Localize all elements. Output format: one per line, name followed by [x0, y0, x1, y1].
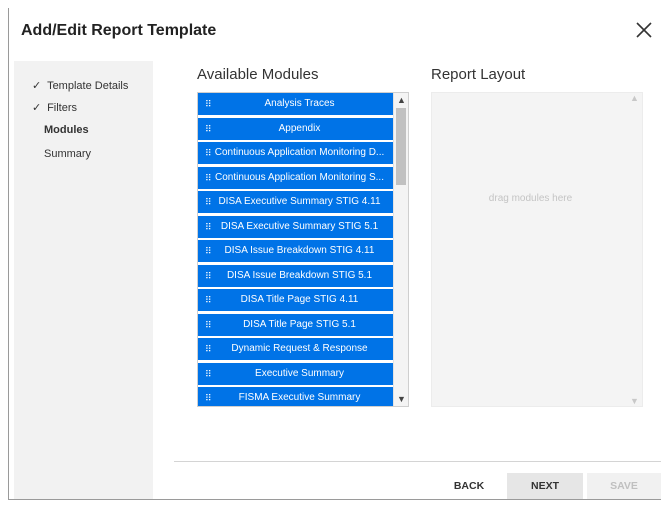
dialog-title: Add/Edit Report Template: [21, 22, 217, 39]
layout-scrollbar[interactable]: ▲ ▼: [627, 93, 642, 406]
scroll-down-arrow-icon[interactable]: ▼: [627, 396, 642, 406]
scroll-down-arrow-icon[interactable]: ▼: [394, 392, 408, 406]
close-icon-glyph: [636, 22, 652, 38]
report-layout-dropzone[interactable]: drag modules here ▲ ▼: [431, 92, 643, 407]
drag-handle-icon[interactable]: ⠿: [205, 240, 212, 262]
module-label: Dynamic Request & Response: [231, 343, 368, 354]
module-label: DISA Issue Breakdown STIG 5.1: [226, 269, 373, 281]
step-filters[interactable]: ✓ Filters: [32, 101, 77, 119]
step-label: Modules: [44, 124, 89, 136]
back-button[interactable]: BACK: [432, 473, 506, 499]
drag-handle-icon[interactable]: ⠿: [205, 142, 212, 164]
module-label: DISA Title Page STIG 4.11: [240, 294, 359, 305]
scroll-up-arrow-icon[interactable]: ▲: [394, 93, 408, 107]
drag-handle-icon[interactable]: ⠿: [205, 289, 212, 311]
module-item[interactable]: ⠿ Dynamic Request & Response: [198, 338, 393, 360]
drag-handle-icon[interactable]: ⠿: [205, 363, 212, 385]
available-modules-title: Available Modules: [197, 66, 319, 83]
drag-handle-icon[interactable]: ⠿: [205, 118, 212, 140]
module-item[interactable]: ⠿ Continuous Application Monitoring S...: [198, 166, 393, 189]
module-item[interactable]: ⠿ DISA Executive Summary STIG 4.11: [198, 191, 393, 213]
module-label: DISA Title Page STIG 5.1: [243, 318, 356, 330]
module-item[interactable]: ⠿ DISA Title Page STIG 4.11: [198, 289, 393, 311]
module-label: Continuous Application Monitoring S...: [215, 171, 384, 183]
save-button[interactable]: SAVE: [587, 473, 661, 499]
available-modules-list[interactable]: ⠿ Analysis Traces ⠿ Appendix ⠿ Continuous App…: [197, 92, 409, 407]
footer-divider: [174, 461, 661, 462]
next-button[interactable]: NEXT: [507, 473, 583, 499]
scroll-up-arrow-icon[interactable]: ▲: [627, 93, 642, 103]
module-item[interactable]: ⠿ FISMA Executive Summary: [198, 387, 393, 406]
module-label: Analysis Traces: [264, 98, 335, 109]
module-item[interactable]: ⠿ DISA Executive Summary STIG 5.1: [198, 215, 393, 238]
drag-handle-icon[interactable]: ⠿: [205, 265, 212, 287]
module-label: Appendix: [278, 122, 321, 134]
module-label: Continuous Application Monitoring D...: [214, 147, 385, 158]
step-label: Summary: [44, 148, 92, 160]
module-label: DISA Issue Breakdown STIG 4.11: [224, 245, 375, 256]
module-items: ⠿ Analysis Traces ⠿ Appendix ⠿ Continuous App…: [198, 93, 393, 406]
check-icon: ✓: [32, 102, 42, 114]
module-label: DISA Executive Summary STIG 5.1: [220, 220, 379, 232]
drag-handle-icon[interactable]: ⠿: [205, 216, 212, 238]
check-icon: ✓: [32, 80, 42, 92]
module-item[interactable]: ⠿ Appendix: [198, 117, 393, 140]
module-item[interactable]: ⠿ DISA Issue Breakdown STIG 4.11: [198, 240, 393, 262]
close-icon[interactable]: [634, 20, 654, 40]
wizard-steps-sidebar: ✓ Template Details ✓ Filters Modules Sum…: [14, 61, 153, 499]
drag-handle-icon[interactable]: ⠿: [205, 338, 212, 360]
module-item[interactable]: ⠿ DISA Issue Breakdown STIG 5.1: [198, 264, 393, 287]
step-modules[interactable]: Modules: [44, 124, 89, 142]
scrollbar-thumb[interactable]: [396, 108, 406, 185]
dialog-header: Add/Edit Report Template: [9, 8, 661, 48]
modules-scrollbar[interactable]: ▲ ▼: [393, 93, 408, 406]
step-label: Filters: [47, 102, 78, 114]
module-item[interactable]: ⠿ Executive Summary: [198, 362, 393, 385]
step-label: Template Details: [47, 80, 129, 92]
module-label: DISA Executive Summary STIG 4.11: [218, 196, 381, 207]
step-template-details[interactable]: ✓ Template Details: [32, 79, 128, 97]
drag-handle-icon[interactable]: ⠿: [205, 167, 212, 189]
module-item[interactable]: ⠿ Analysis Traces: [198, 93, 393, 115]
step-summary[interactable]: Summary: [44, 148, 91, 166]
module-item[interactable]: ⠿ DISA Title Page STIG 5.1: [198, 313, 393, 336]
drag-handle-icon[interactable]: ⠿: [205, 191, 212, 213]
module-label: Executive Summary: [255, 367, 344, 379]
module-item[interactable]: ⠿ Continuous Application Monitoring D...: [198, 142, 393, 164]
dropzone-placeholder: drag modules here: [488, 193, 573, 204]
report-layout-title: Report Layout: [431, 66, 526, 83]
drag-handle-icon[interactable]: ⠿: [205, 314, 212, 336]
drag-handle-icon[interactable]: ⠿: [205, 93, 212, 115]
drag-handle-icon[interactable]: ⠿: [205, 387, 212, 406]
module-label: FISMA Executive Summary: [238, 392, 361, 403]
